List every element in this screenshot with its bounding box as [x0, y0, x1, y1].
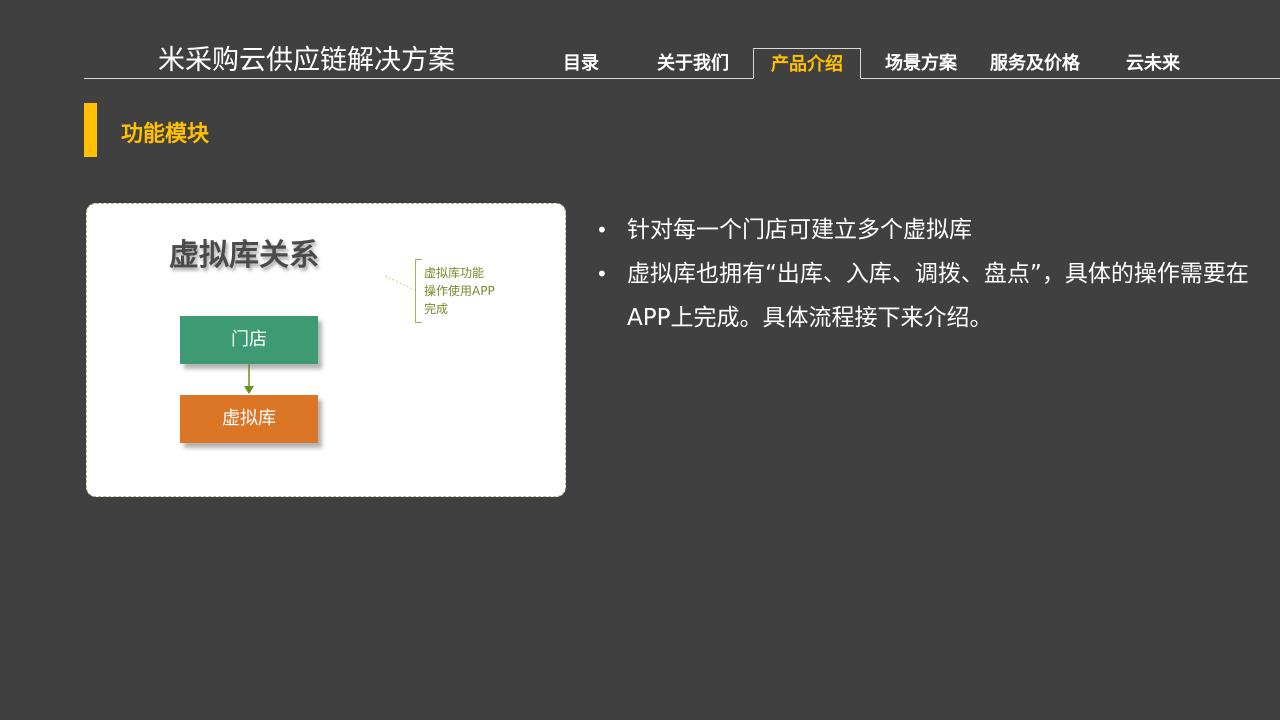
- bullet-item: • 虚拟库也拥有“出库、入库、调拨、盘点”，具体的操作需要在APP上完成。具体流…: [596, 252, 1256, 340]
- header-divider: [84, 78, 1280, 79]
- callout-line: 虚拟库功能: [424, 266, 485, 280]
- bullet-item: • 针对每一个门店可建立多个虚拟库: [596, 208, 1256, 252]
- section-accent-bar: [84, 103, 97, 157]
- bullet-text: 针对每一个门店可建立多个虚拟库: [627, 217, 972, 243]
- nav-item-scenarios[interactable]: 场景方案: [885, 48, 957, 79]
- bullet-text: 虚拟库也拥有“出库、入库、调拨、盘点”，具体的操作需要在APP上完成。具体流程接…: [627, 261, 1249, 331]
- callout-note: 虚拟库功能 操作使用APP 完成: [424, 264, 514, 318]
- callout-line: 操作使用APP: [424, 284, 495, 298]
- node-store: 门店: [180, 316, 318, 364]
- nav-item-contents[interactable]: 目录: [563, 48, 599, 79]
- diagram-card: 虚拟库关系 虚拟库功能 操作使用APP 完成 门店 虚拟库: [86, 203, 566, 497]
- diagram-title: 虚拟库关系: [169, 238, 319, 273]
- top-nav: 目录 关于我们 产品介绍 场景方案 服务及价格 云未来: [0, 48, 1280, 79]
- nav-item-cloud-future[interactable]: 云未来: [1126, 48, 1180, 79]
- bullet-list: • 针对每一个门店可建立多个虚拟库 • 虚拟库也拥有“出库、入库、调拨、盘点”，…: [596, 208, 1256, 340]
- callout-bracket: [415, 259, 422, 323]
- nav-item-product-intro[interactable]: 产品介绍: [753, 48, 861, 79]
- section-title: 功能模块: [121, 122, 210, 147]
- callout-line: 完成: [424, 302, 449, 316]
- nav-item-about-us[interactable]: 关于我们: [657, 48, 729, 79]
- bullet-dot: •: [596, 262, 608, 286]
- bullet-dot: •: [596, 218, 608, 242]
- nav-item-services-pricing[interactable]: 服务及价格: [990, 48, 1080, 79]
- arrow-connector: [244, 364, 254, 394]
- callout-leader-line: [384, 275, 416, 291]
- node-virtual-warehouse: 虚拟库: [180, 395, 318, 443]
